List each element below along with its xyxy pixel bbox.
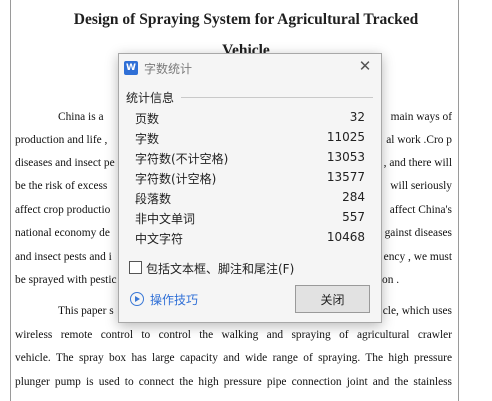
doc-line: be the risk of excess: [15, 180, 108, 192]
stat-value: 284: [342, 190, 365, 204]
wps-writer-icon: W: [124, 61, 138, 75]
stat-label: 页数: [135, 112, 160, 126]
dialog-title: 字数统计: [144, 62, 193, 76]
right-margin-line: [458, 0, 459, 401]
doc-line: will seriously: [390, 180, 452, 192]
doc-line: diseases and insect pe: [15, 157, 115, 169]
doc-line: al work .Cro p: [386, 134, 452, 146]
doc-line: national economy de: [15, 227, 110, 239]
stat-label: 字符数(不计空格): [135, 152, 229, 166]
doc-line: plunger pump is used to connect the high…: [15, 376, 452, 388]
stat-value: 13053: [326, 150, 365, 164]
stat-value: 13577: [326, 170, 365, 184]
stat-value: 32: [349, 110, 365, 124]
stat-row-paragraphs: 段落数 284: [135, 190, 365, 208]
doc-line: vehicle. The spray box has large capacit…: [15, 352, 452, 364]
doc-line: China is a: [58, 111, 104, 123]
stat-label: 字数: [135, 132, 160, 146]
stat-value: 10468: [326, 230, 365, 244]
document-title: Design of Spraying System for Agricultur…: [73, 11, 419, 28]
stat-row-words: 字数 11025: [135, 130, 365, 148]
stat-value: 557: [342, 210, 365, 224]
stat-row-pages: 页数 32: [135, 110, 365, 128]
doc-line: , and there will: [383, 157, 452, 169]
include-textbox-footnotes-label[interactable]: 包括文本框、脚注和尾注(F): [146, 260, 294, 277]
doc-line: on .: [382, 274, 400, 286]
stat-row-chars-no-spaces: 字符数(不计空格) 13053: [135, 150, 365, 168]
stat-row-chars-with-spaces: 字符数(计空格) 13577: [135, 170, 365, 188]
stat-label: 中文字符: [135, 232, 184, 246]
stat-value: 11025: [326, 130, 365, 144]
stat-row-non-chinese-words: 非中文单词 557: [135, 210, 365, 228]
doc-line: wireless remote control to control the w…: [15, 329, 452, 341]
doc-line: gainst diseases: [384, 227, 452, 239]
word-count-dialog: W 字数统计 ✕ 统计信息 页数 32 字数 11025 字符数(不计空格) 1…: [118, 53, 382, 323]
stat-label: 段落数: [135, 192, 172, 206]
doc-line: affect crop productio: [15, 204, 111, 216]
close-icon[interactable]: ✕: [357, 58, 373, 74]
doc-line: cle, which uses: [382, 305, 452, 317]
doc-line: ency , we must: [383, 251, 452, 263]
close-button[interactable]: 关闭: [295, 285, 370, 313]
operation-tips-label: 操作技巧: [150, 293, 199, 307]
doc-line: This paper s: [58, 305, 114, 317]
play-circle-icon: [130, 292, 144, 306]
group-divider: [181, 97, 373, 98]
dialog-titlebar[interactable]: W 字数统计 ✕: [119, 54, 381, 81]
doc-line: be sprayed with pestic: [15, 274, 117, 286]
stat-label: 字符数(计空格): [135, 172, 217, 186]
include-textbox-footnotes-checkbox[interactable]: [129, 261, 142, 274]
stat-label: 非中文单词: [135, 212, 196, 226]
doc-line: main ways of: [390, 111, 452, 123]
doc-line: affect China's: [389, 204, 452, 216]
doc-line: and insect pests and i: [15, 251, 112, 263]
stat-row-chinese-chars: 中文字符 10468: [135, 230, 365, 248]
left-margin-line: [10, 0, 11, 401]
doc-line: production and life ,: [15, 134, 108, 146]
statistics-group-label: 统计信息: [126, 91, 175, 105]
